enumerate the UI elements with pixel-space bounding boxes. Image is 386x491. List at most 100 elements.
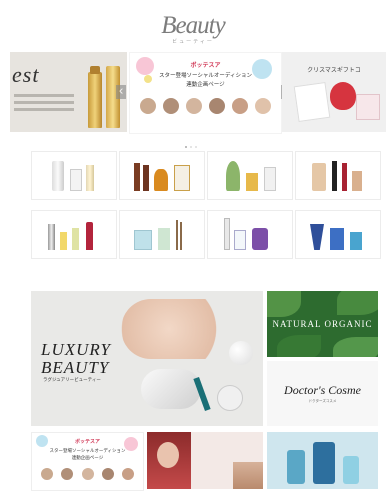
compact-image <box>217 385 243 411</box>
carousel-slide-audition[interactable]: ボッテスア スター登場ソーシャルオーディション 連動企画ページ <box>129 52 282 134</box>
carousel-slide-xmas[interactable]: クリスマスギフトコ <box>282 52 386 132</box>
leaf-image <box>267 291 301 317</box>
category-tile[interactable] <box>119 210 205 259</box>
slide-headline-sub: 連動企画ページ <box>186 82 225 88</box>
leaf-image <box>333 337 378 357</box>
feature-title: NATURAL ORGANIC <box>272 319 373 329</box>
product-image <box>154 169 168 191</box>
model-avatar <box>80 467 95 481</box>
product-image <box>310 224 324 250</box>
banner-headline-sub: 連動企画ページ <box>71 456 104 461</box>
product-image <box>342 163 347 191</box>
jewelry-photo <box>121 299 241 359</box>
product-image <box>246 173 258 191</box>
model-avatar <box>121 467 135 481</box>
beauty-logo-subtitle: ビューティー <box>172 39 214 45</box>
product-image <box>224 218 230 250</box>
feature-title: Doctor's Cosme <box>284 383 361 397</box>
product-image <box>86 222 93 250</box>
feature-subtitle: ドクターズコスメ <box>308 399 337 403</box>
model-avatar <box>60 467 75 481</box>
strawberry-image <box>330 82 356 110</box>
feature-title-line: BEAUTY <box>41 358 110 377</box>
category-tile[interactable] <box>207 151 293 200</box>
model-avatar <box>208 97 227 115</box>
product-image <box>252 228 268 250</box>
model-avatar <box>138 97 157 115</box>
banner-headline: スター登場ソーシャルオーディション <box>49 449 126 454</box>
model-avatars <box>130 97 281 115</box>
slide-copy <box>14 94 74 115</box>
product-image <box>180 222 182 250</box>
model-face <box>157 442 179 468</box>
gift-box-image <box>293 81 331 123</box>
product-image <box>176 220 178 250</box>
product-image <box>312 163 326 191</box>
banner-title: ボッテスア <box>74 439 100 445</box>
feature-title: LUXURY BEAUTY <box>41 341 111 377</box>
leaf-image <box>277 335 321 357</box>
hero-carousel: est ‹ ボッテスア スター登場ソーシャルオーディション 連動企画ページ › <box>0 52 386 134</box>
feature-subtitle: ラグジュアリービューティー <box>43 378 101 383</box>
carousel-slide-est[interactable]: est <box>10 52 127 132</box>
model-avatar <box>231 97 250 115</box>
feature-doctors-cosme[interactable]: Doctor's Cosme ドクターズコスメ <box>267 361 378 426</box>
product-image <box>226 161 240 191</box>
product-image <box>60 232 67 250</box>
product-image <box>313 442 335 484</box>
product-image <box>264 167 276 191</box>
model-avatar <box>254 97 273 115</box>
model-avatar <box>161 97 180 115</box>
bottom-banner-makeup[interactable] <box>147 432 263 489</box>
product-image <box>343 456 359 484</box>
leaf-image <box>337 291 378 315</box>
product-image <box>134 230 152 250</box>
product-image <box>86 165 94 191</box>
product-image <box>70 169 82 191</box>
slide-brand-text: est <box>12 62 40 87</box>
category-tile[interactable] <box>31 210 117 259</box>
pearl-image <box>229 341 253 365</box>
device-image <box>141 369 201 409</box>
category-tile[interactable] <box>295 210 381 259</box>
bottom-banner-products[interactable] <box>267 432 378 489</box>
slide-copy-line <box>14 108 74 111</box>
slide-headline: スター登場ソーシャルオーディション <box>158 73 252 79</box>
beauty-logo[interactable]: Beauty <box>0 12 386 40</box>
feature-title-line: LUXURY <box>41 340 111 359</box>
product-image <box>143 165 149 191</box>
feature-luxury-beauty[interactable]: LUXURY BEAUTY ラグジュアリービューティー <box>31 291 263 426</box>
product-image <box>332 161 337 191</box>
product-image <box>52 161 64 191</box>
product-image <box>330 228 344 250</box>
product-image <box>352 171 362 191</box>
carousel-dots <box>185 146 201 148</box>
product-bottle-image <box>88 72 102 128</box>
carousel-prev-arrow[interactable]: ‹ <box>116 85 126 99</box>
product-cap-image <box>90 66 100 74</box>
model-avatars <box>40 467 135 481</box>
category-tile[interactable] <box>207 210 293 259</box>
carousel-dot[interactable] <box>195 146 197 148</box>
product-image <box>174 165 190 191</box>
category-tile[interactable] <box>295 151 381 200</box>
product-image <box>134 163 140 191</box>
slide-title: クリスマスギフトコ <box>307 67 361 74</box>
category-tile[interactable] <box>31 151 117 200</box>
page-header: Beauty ビューティー <box>0 0 386 50</box>
model-avatar <box>40 467 54 481</box>
slide-copy-line <box>14 94 74 97</box>
product-image <box>350 232 362 250</box>
slide-title: ボッテスア <box>190 62 221 69</box>
carousel-dot[interactable] <box>190 146 192 148</box>
product-image <box>48 224 55 250</box>
carousel-dot[interactable] <box>185 146 187 148</box>
product-image <box>72 228 79 250</box>
feature-natural-organic[interactable]: NATURAL ORGANIC <box>267 291 378 357</box>
category-tile[interactable] <box>119 151 205 200</box>
gift-box-image <box>356 94 380 120</box>
product-image <box>158 228 170 250</box>
model-avatar <box>184 97 203 115</box>
bottom-banner-audition[interactable]: ボッテスア スター登場ソーシャルオーディション 連動企画ページ <box>31 432 144 491</box>
model-avatar <box>100 467 115 481</box>
